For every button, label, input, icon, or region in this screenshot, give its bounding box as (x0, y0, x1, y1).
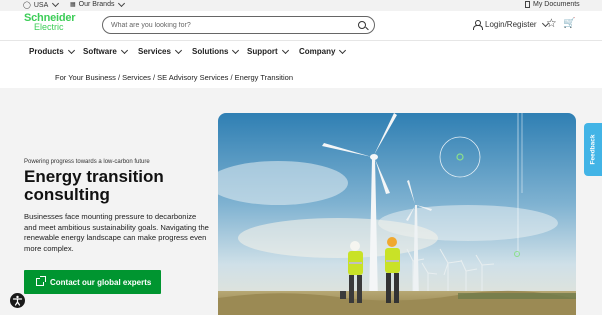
chevron-down-icon (232, 46, 240, 54)
breadcrumb-bar: For Your Business / Services / SE Adviso… (0, 62, 602, 88)
nav-item-products[interactable]: Products (29, 46, 75, 56)
external-link-icon (36, 276, 46, 286)
chevron-down-icon (174, 46, 182, 54)
nav-item-company[interactable]: Company (299, 46, 347, 56)
nav-item-software[interactable]: Software (83, 46, 128, 56)
login-label: Login/Register (485, 20, 537, 29)
user-icon (473, 20, 483, 30)
my-documents-link[interactable]: My Documents (525, 1, 580, 8)
chevron-down-icon (67, 46, 75, 54)
search-box (102, 16, 375, 34)
chevron-down-icon (281, 46, 289, 54)
favorites-star-icon[interactable]: ☆ (546, 16, 557, 30)
hero-section: Powering progress towards a low-carbon f… (0, 88, 602, 315)
nav-item-support[interactable]: Support (247, 46, 289, 56)
feedback-tab[interactable]: Feedback (584, 123, 602, 176)
search-input[interactable] (111, 20, 341, 30)
nav-label: Company (299, 47, 336, 56)
nav-label: Products (29, 47, 64, 56)
utility-bar: ◯ USA ▦ Our Brands My Documents (0, 0, 602, 11)
login-register-menu[interactable]: Login/Register (473, 19, 549, 30)
contact-experts-button[interactable]: Contact our global experts (24, 270, 161, 294)
accessibility-button[interactable] (10, 293, 25, 308)
my-documents-label: My Documents (533, 1, 580, 8)
breadcrumb[interactable]: For Your Business / Services / SE Adviso… (55, 73, 293, 82)
chevron-down-icon (120, 46, 128, 54)
hero-eyebrow: Powering progress towards a low-carbon f… (24, 159, 150, 165)
schneider-electric-logo[interactable]: Schneider Electric (24, 13, 76, 32)
chevron-down-icon (339, 46, 347, 54)
our-brands-menu[interactable]: ▦ Our Brands (70, 0, 126, 8)
logo-line2: Electric (34, 22, 64, 32)
our-brands-label: Our Brands (78, 1, 115, 8)
accessibility-icon (12, 295, 23, 306)
country-selector[interactable]: ◯ USA (23, 0, 60, 9)
chevron-down-icon (118, 0, 126, 7)
site-header: Schneider Electric Login/Register ☆ 🛒 (0, 11, 602, 40)
nav-item-solutions[interactable]: Solutions (192, 46, 240, 56)
cart-icon[interactable]: 🛒 (563, 18, 575, 29)
cta-label: Contact our global experts (50, 277, 152, 287)
main-navigation: Products Software Services Solutions Sup… (0, 40, 602, 62)
nav-item-services[interactable]: Services (138, 46, 182, 56)
hero-description: Businesses face mounting pressure to dec… (24, 212, 209, 253)
chevron-down-icon (52, 0, 60, 8)
nav-label: Support (247, 47, 278, 56)
country-label: USA (33, 1, 49, 9)
page-title: Energy transition consulting (24, 167, 164, 204)
feedback-label: Feedback (589, 134, 597, 165)
nav-label: Software (83, 47, 117, 56)
globe-icon: ◯ (23, 2, 31, 9)
grid-icon: ▦ (70, 2, 76, 8)
document-icon (525, 1, 530, 8)
nav-label: Services (138, 47, 171, 56)
search-icon[interactable] (358, 21, 366, 29)
hero-image (218, 113, 576, 315)
nav-label: Solutions (192, 47, 229, 56)
